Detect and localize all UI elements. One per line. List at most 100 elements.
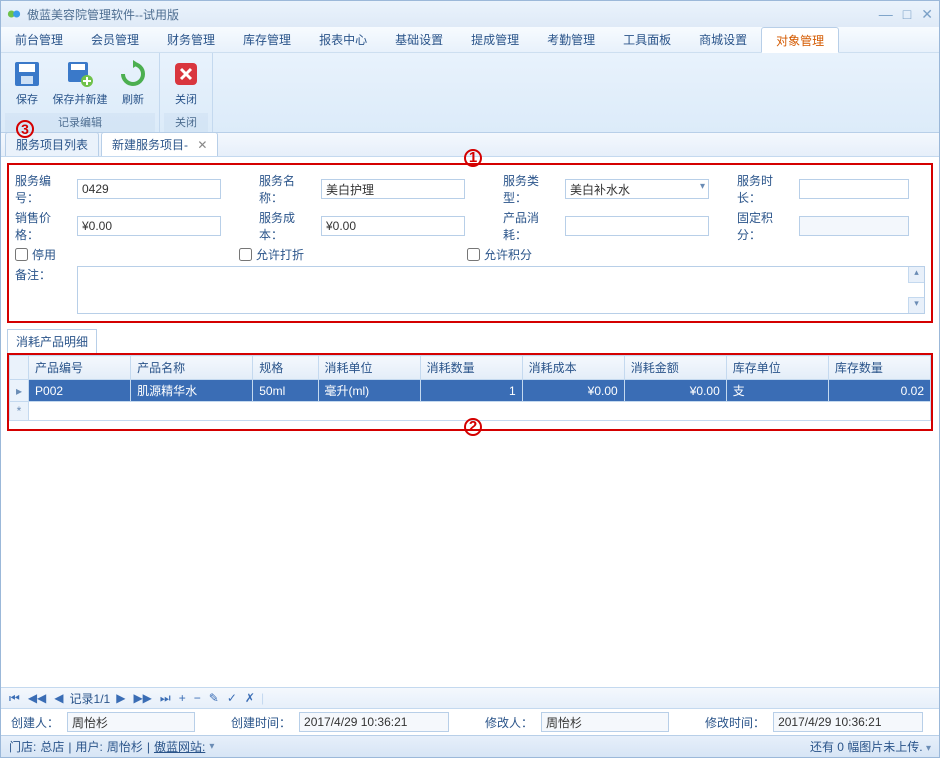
status-store-label: 门店: bbox=[9, 738, 36, 755]
scroll-up-icon[interactable]: ▴ bbox=[908, 267, 924, 283]
creator-label: 创建人： bbox=[11, 714, 59, 731]
allow-discount-checkbox[interactable]: 允许打折 bbox=[239, 246, 304, 263]
col-stock-unit[interactable]: 库存单位 bbox=[726, 356, 828, 380]
detail-tab[interactable]: 消耗产品明细 bbox=[7, 329, 97, 353]
modifier-label: 修改人： bbox=[485, 714, 533, 731]
ctime-field bbox=[299, 712, 449, 732]
close-button[interactable]: 关闭 bbox=[164, 55, 208, 113]
chevron-down-icon[interactable]: ▾ bbox=[209, 741, 214, 752]
ribbon: 保存 保存并新建 刷新 记录编辑 关闭 关闭 bbox=[1, 53, 939, 133]
col-stock-qty[interactable]: 库存数量 bbox=[828, 356, 930, 380]
save-button[interactable]: 保存 bbox=[5, 55, 49, 113]
service-type-label: 服务类型： bbox=[503, 172, 561, 206]
duration-input[interactable] bbox=[799, 179, 909, 199]
grid-header-row: 产品编号 产品名称 规格 消耗单位 消耗数量 消耗成本 消耗金额 库存单位 库存… bbox=[10, 356, 931, 380]
nav-edit-icon[interactable]: ✎ bbox=[207, 691, 221, 705]
nav-prev-page-icon[interactable]: ◀◀ bbox=[26, 691, 48, 705]
col-cost[interactable]: 消耗成本 bbox=[522, 356, 624, 380]
table-row[interactable]: ▸ P002 肌源精华水 50ml 毫升(ml) 1 ¥0.00 ¥0.00 支… bbox=[10, 380, 931, 402]
menu-tab-front[interactable]: 前台管理 bbox=[1, 27, 77, 53]
chevron-down-icon[interactable]: ▾ bbox=[926, 743, 931, 754]
nav-cancel-icon[interactable]: ✗ bbox=[243, 691, 257, 705]
ribbon-group-close-label: 关闭 bbox=[164, 113, 208, 132]
nav-last-icon[interactable]: ⏭ bbox=[158, 691, 173, 706]
save-new-button[interactable]: 保存并新建 bbox=[51, 55, 109, 113]
fixed-point-label: 固定积分： bbox=[737, 209, 795, 243]
menu-tab-commission[interactable]: 提成管理 bbox=[457, 27, 533, 53]
nav-add-icon[interactable]: + bbox=[177, 691, 188, 705]
service-name-label: 服务名称： bbox=[259, 172, 317, 206]
nav-prev-icon[interactable]: ◀ bbox=[52, 691, 65, 705]
minimize-icon[interactable]: — bbox=[879, 6, 893, 23]
modifier-field bbox=[541, 712, 669, 732]
titlebar: 傲蓝美容院管理软件--试用版 — □ ✕ bbox=[1, 1, 939, 27]
refresh-icon bbox=[117, 58, 149, 90]
menu-tab-basic[interactable]: 基础设置 bbox=[381, 27, 457, 53]
service-name-input[interactable] bbox=[321, 179, 465, 199]
disable-checkbox[interactable]: 停用 bbox=[15, 246, 56, 263]
fixed-point-input[interactable] bbox=[799, 216, 909, 236]
menu-tab-object[interactable]: 对象管理 bbox=[761, 27, 839, 53]
nav-next-page-icon[interactable]: ▶▶ bbox=[131, 691, 153, 705]
menu-tab-finance[interactable]: 财务管理 bbox=[153, 27, 229, 53]
menu-tab-mall[interactable]: 商城设置 bbox=[685, 27, 761, 53]
maximize-icon[interactable]: □ bbox=[903, 6, 911, 23]
col-unit[interactable]: 消耗单位 bbox=[318, 356, 420, 380]
nav-next-icon[interactable]: ▶ bbox=[114, 691, 127, 705]
new-row-indicator-icon: * bbox=[10, 402, 29, 421]
menu-tab-tools[interactable]: 工具面板 bbox=[609, 27, 685, 53]
price-label: 销售价格： bbox=[15, 209, 73, 243]
menu-tab-member[interactable]: 会员管理 bbox=[77, 27, 153, 53]
window-title: 傲蓝美容院管理软件--试用版 bbox=[27, 6, 879, 23]
close-icon bbox=[170, 58, 202, 90]
close-window-icon[interactable]: ✕ bbox=[921, 6, 933, 23]
menu-tab-stock[interactable]: 库存管理 bbox=[229, 27, 305, 53]
scroll-down-icon[interactable]: ▾ bbox=[908, 297, 924, 313]
consume-label: 产品消耗： bbox=[503, 209, 561, 243]
col-spec[interactable]: 规格 bbox=[253, 356, 318, 380]
status-store: 总店 bbox=[40, 738, 64, 755]
price-input[interactable] bbox=[77, 216, 221, 236]
col-amount[interactable]: 消耗金额 bbox=[624, 356, 726, 380]
remark-textarea[interactable]: ▴ ▾ bbox=[77, 266, 925, 314]
subtab-new-service[interactable]: 新建服务项目- ✕ bbox=[101, 132, 218, 156]
annotation-marker-1: 1 bbox=[464, 149, 482, 167]
mtime-label: 修改时间： bbox=[705, 714, 765, 731]
save-new-icon bbox=[64, 58, 96, 90]
nav-first-icon[interactable]: ⏮ bbox=[7, 691, 22, 706]
menu-tab-report[interactable]: 报表中心 bbox=[305, 27, 381, 53]
col-product-name[interactable]: 产品名称 bbox=[131, 356, 253, 380]
status-website-link[interactable]: 傲蓝网站: bbox=[154, 738, 205, 755]
nav-check-icon[interactable]: ✓ bbox=[225, 691, 239, 705]
app-icon bbox=[7, 7, 21, 21]
main-menubar: 前台管理 会员管理 财务管理 库存管理 报表中心 基础设置 提成管理 考勤管理 … bbox=[1, 27, 939, 53]
record-indicator: 记录1/1 bbox=[70, 690, 111, 707]
duration-label: 服务时长： bbox=[737, 172, 795, 206]
cost-input[interactable] bbox=[321, 216, 465, 236]
mtime-field bbox=[773, 712, 923, 732]
statusbar: 门店: 总店 | 用户: 周怡杉 | 傲蓝网站: ▾ 还有 0 幅图片未上传. … bbox=[1, 735, 939, 757]
cost-label: 服务成本： bbox=[259, 209, 317, 243]
allow-points-checkbox[interactable]: 允许积分 bbox=[467, 246, 532, 263]
status-user-label: 用户: bbox=[75, 738, 102, 755]
creator-field bbox=[67, 712, 195, 732]
nav-delete-icon[interactable]: − bbox=[192, 691, 203, 705]
status-user: 周怡杉 bbox=[107, 738, 143, 755]
ctime-label: 创建时间： bbox=[231, 714, 291, 731]
form-panel: 服务编号： 服务名称： 服务类型： 服务时长： 销售价格： 服务成本： 产品消 bbox=[7, 163, 933, 323]
save-icon bbox=[11, 58, 43, 90]
col-qty[interactable]: 消耗数量 bbox=[420, 356, 522, 380]
service-no-input[interactable] bbox=[77, 179, 221, 199]
remark-label: 备注： bbox=[15, 266, 73, 283]
row-indicator-icon: ▸ bbox=[10, 380, 29, 402]
subtab-close-icon[interactable]: ✕ bbox=[197, 138, 207, 152]
menu-tab-attendance[interactable]: 考勤管理 bbox=[533, 27, 609, 53]
status-upload-info: 还有 0 幅图片未上传. bbox=[810, 740, 923, 754]
col-product-code[interactable]: 产品编号 bbox=[29, 356, 131, 380]
refresh-button[interactable]: 刷新 bbox=[111, 55, 155, 113]
consume-input[interactable] bbox=[565, 216, 709, 236]
annotation-marker-3: 3 bbox=[16, 120, 34, 138]
record-navigator: ⏮ ◀◀ ◀ 记录1/1 ▶ ▶▶ ⏭ + − ✎ ✓ ✗ | bbox=[1, 687, 939, 709]
service-type-combo[interactable] bbox=[565, 179, 709, 199]
service-no-label: 服务编号： bbox=[15, 172, 73, 206]
